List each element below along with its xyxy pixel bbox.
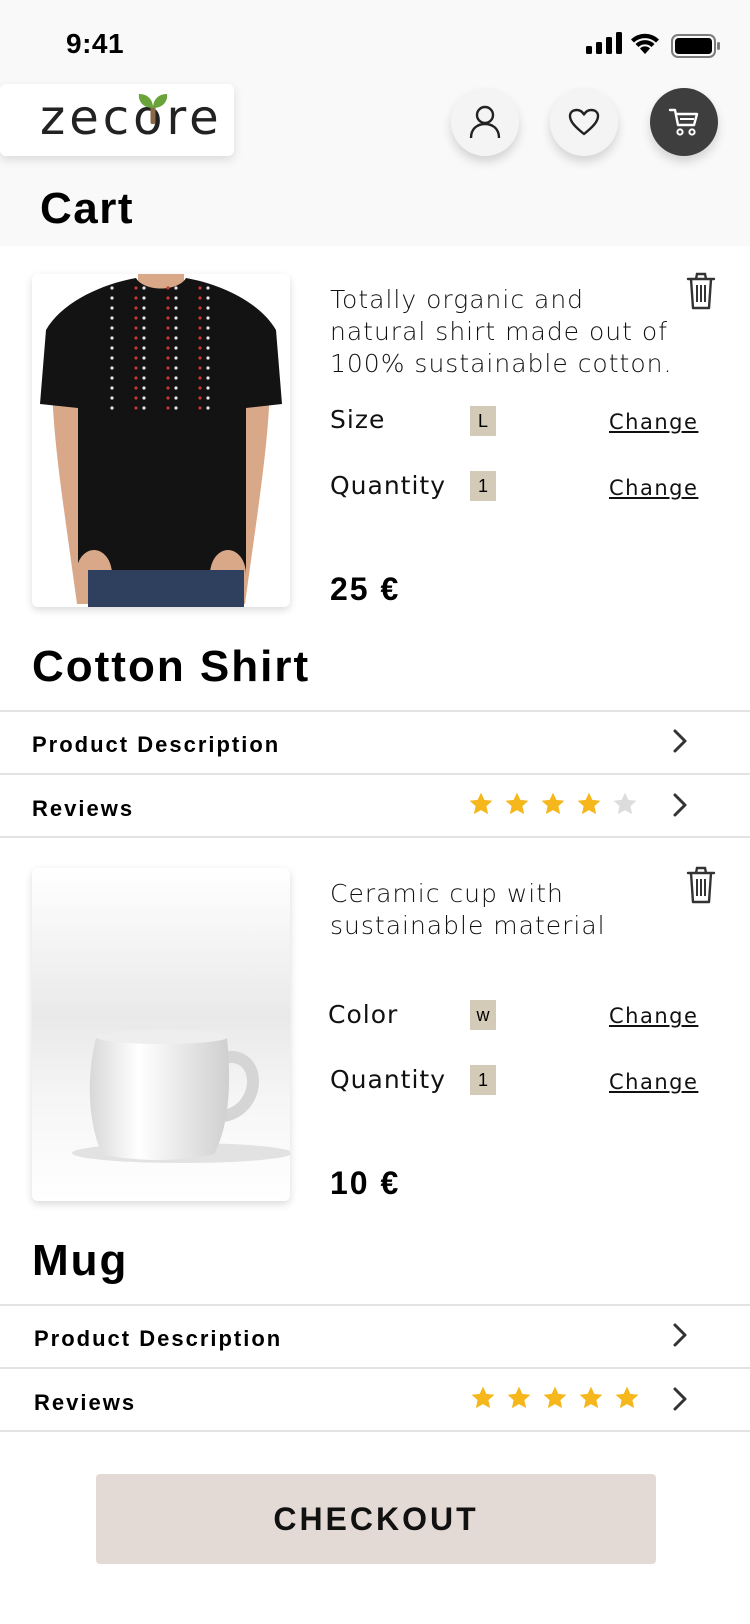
change-size-link[interactable]: Change: [609, 410, 698, 434]
star-filled-icon: [543, 1386, 567, 1409]
rating-stars: [468, 791, 638, 817]
shirt-image: [32, 274, 290, 607]
chevron-right-icon[interactable]: [672, 792, 688, 818]
divider: [0, 1430, 750, 1432]
star-filled-icon: [577, 792, 601, 815]
star-empty-icon: [613, 792, 637, 815]
cart-icon: [668, 108, 699, 136]
user-icon: [469, 105, 501, 139]
cart-button[interactable]: [650, 88, 718, 156]
star-filled-icon: [541, 792, 565, 815]
product-price: 10 €: [330, 1165, 401, 1201]
wifi-icon: [631, 33, 659, 54]
status-time: 9:41: [66, 28, 125, 59]
page-title: Cart: [40, 184, 135, 233]
brand-logo[interactable]: zecore: [0, 84, 234, 156]
product-description-row[interactable]: Product Description: [32, 732, 280, 758]
option-value-color: w: [470, 1000, 496, 1030]
divider: [0, 1304, 750, 1306]
divider: [0, 710, 750, 712]
option-value-quantity: 1: [470, 471, 496, 501]
product-description-text: Totally organic and natural shirt made o…: [330, 285, 673, 378]
change-quantity-link[interactable]: Change: [609, 476, 698, 500]
option-label-quantity: Quantity: [330, 1065, 447, 1094]
chevron-right-icon[interactable]: [672, 728, 688, 754]
logo-text: zecore: [40, 90, 223, 146]
product-name: Cotton Shirt: [32, 642, 311, 691]
star-filled-icon: [615, 1386, 639, 1409]
star-filled-icon: [505, 792, 529, 815]
divider: [0, 1367, 750, 1369]
product-image-mug[interactable]: [32, 868, 290, 1201]
reviews-row[interactable]: Reviews: [34, 1390, 136, 1416]
checkout-button[interactable]: CHECKOUT: [96, 1474, 656, 1564]
option-label-quantity: Quantity: [330, 471, 447, 500]
mug-image: [32, 868, 290, 1201]
divider: [0, 836, 750, 838]
star-filled-icon: [507, 1386, 531, 1409]
trash-icon[interactable]: [686, 272, 716, 310]
product-image-shirt[interactable]: [32, 274, 290, 607]
reviews-row[interactable]: Reviews: [32, 796, 134, 822]
option-value-quantity: 1: [470, 1065, 496, 1095]
trash-icon[interactable]: [686, 866, 716, 904]
rating-stars: [470, 1385, 640, 1411]
star-filled-icon: [579, 1386, 603, 1409]
product-description-row[interactable]: Product Description: [34, 1326, 282, 1352]
option-label-color: Color: [328, 1000, 399, 1029]
chevron-right-icon[interactable]: [672, 1386, 688, 1412]
divider: [0, 773, 750, 775]
option-value-size: L: [470, 406, 496, 436]
change-color-link[interactable]: Change: [609, 1004, 698, 1028]
wishlist-button[interactable]: [550, 88, 618, 156]
product-description-text: Ceramic cup with sustainable material: [330, 879, 606, 940]
chevron-right-icon[interactable]: [672, 1322, 688, 1348]
account-button[interactable]: [451, 88, 519, 156]
signal-icon: [586, 32, 622, 54]
star-filled-icon: [469, 792, 493, 815]
heart-icon: [568, 108, 600, 136]
star-filled-icon: [471, 1386, 495, 1409]
option-label-size: Size: [330, 405, 386, 434]
leaf-icon: [138, 94, 168, 124]
product-name: Mug: [32, 1236, 129, 1285]
change-quantity-link[interactable]: Change: [609, 1070, 698, 1094]
battery-icon: [671, 34, 720, 58]
product-price: 25 €: [330, 571, 401, 607]
